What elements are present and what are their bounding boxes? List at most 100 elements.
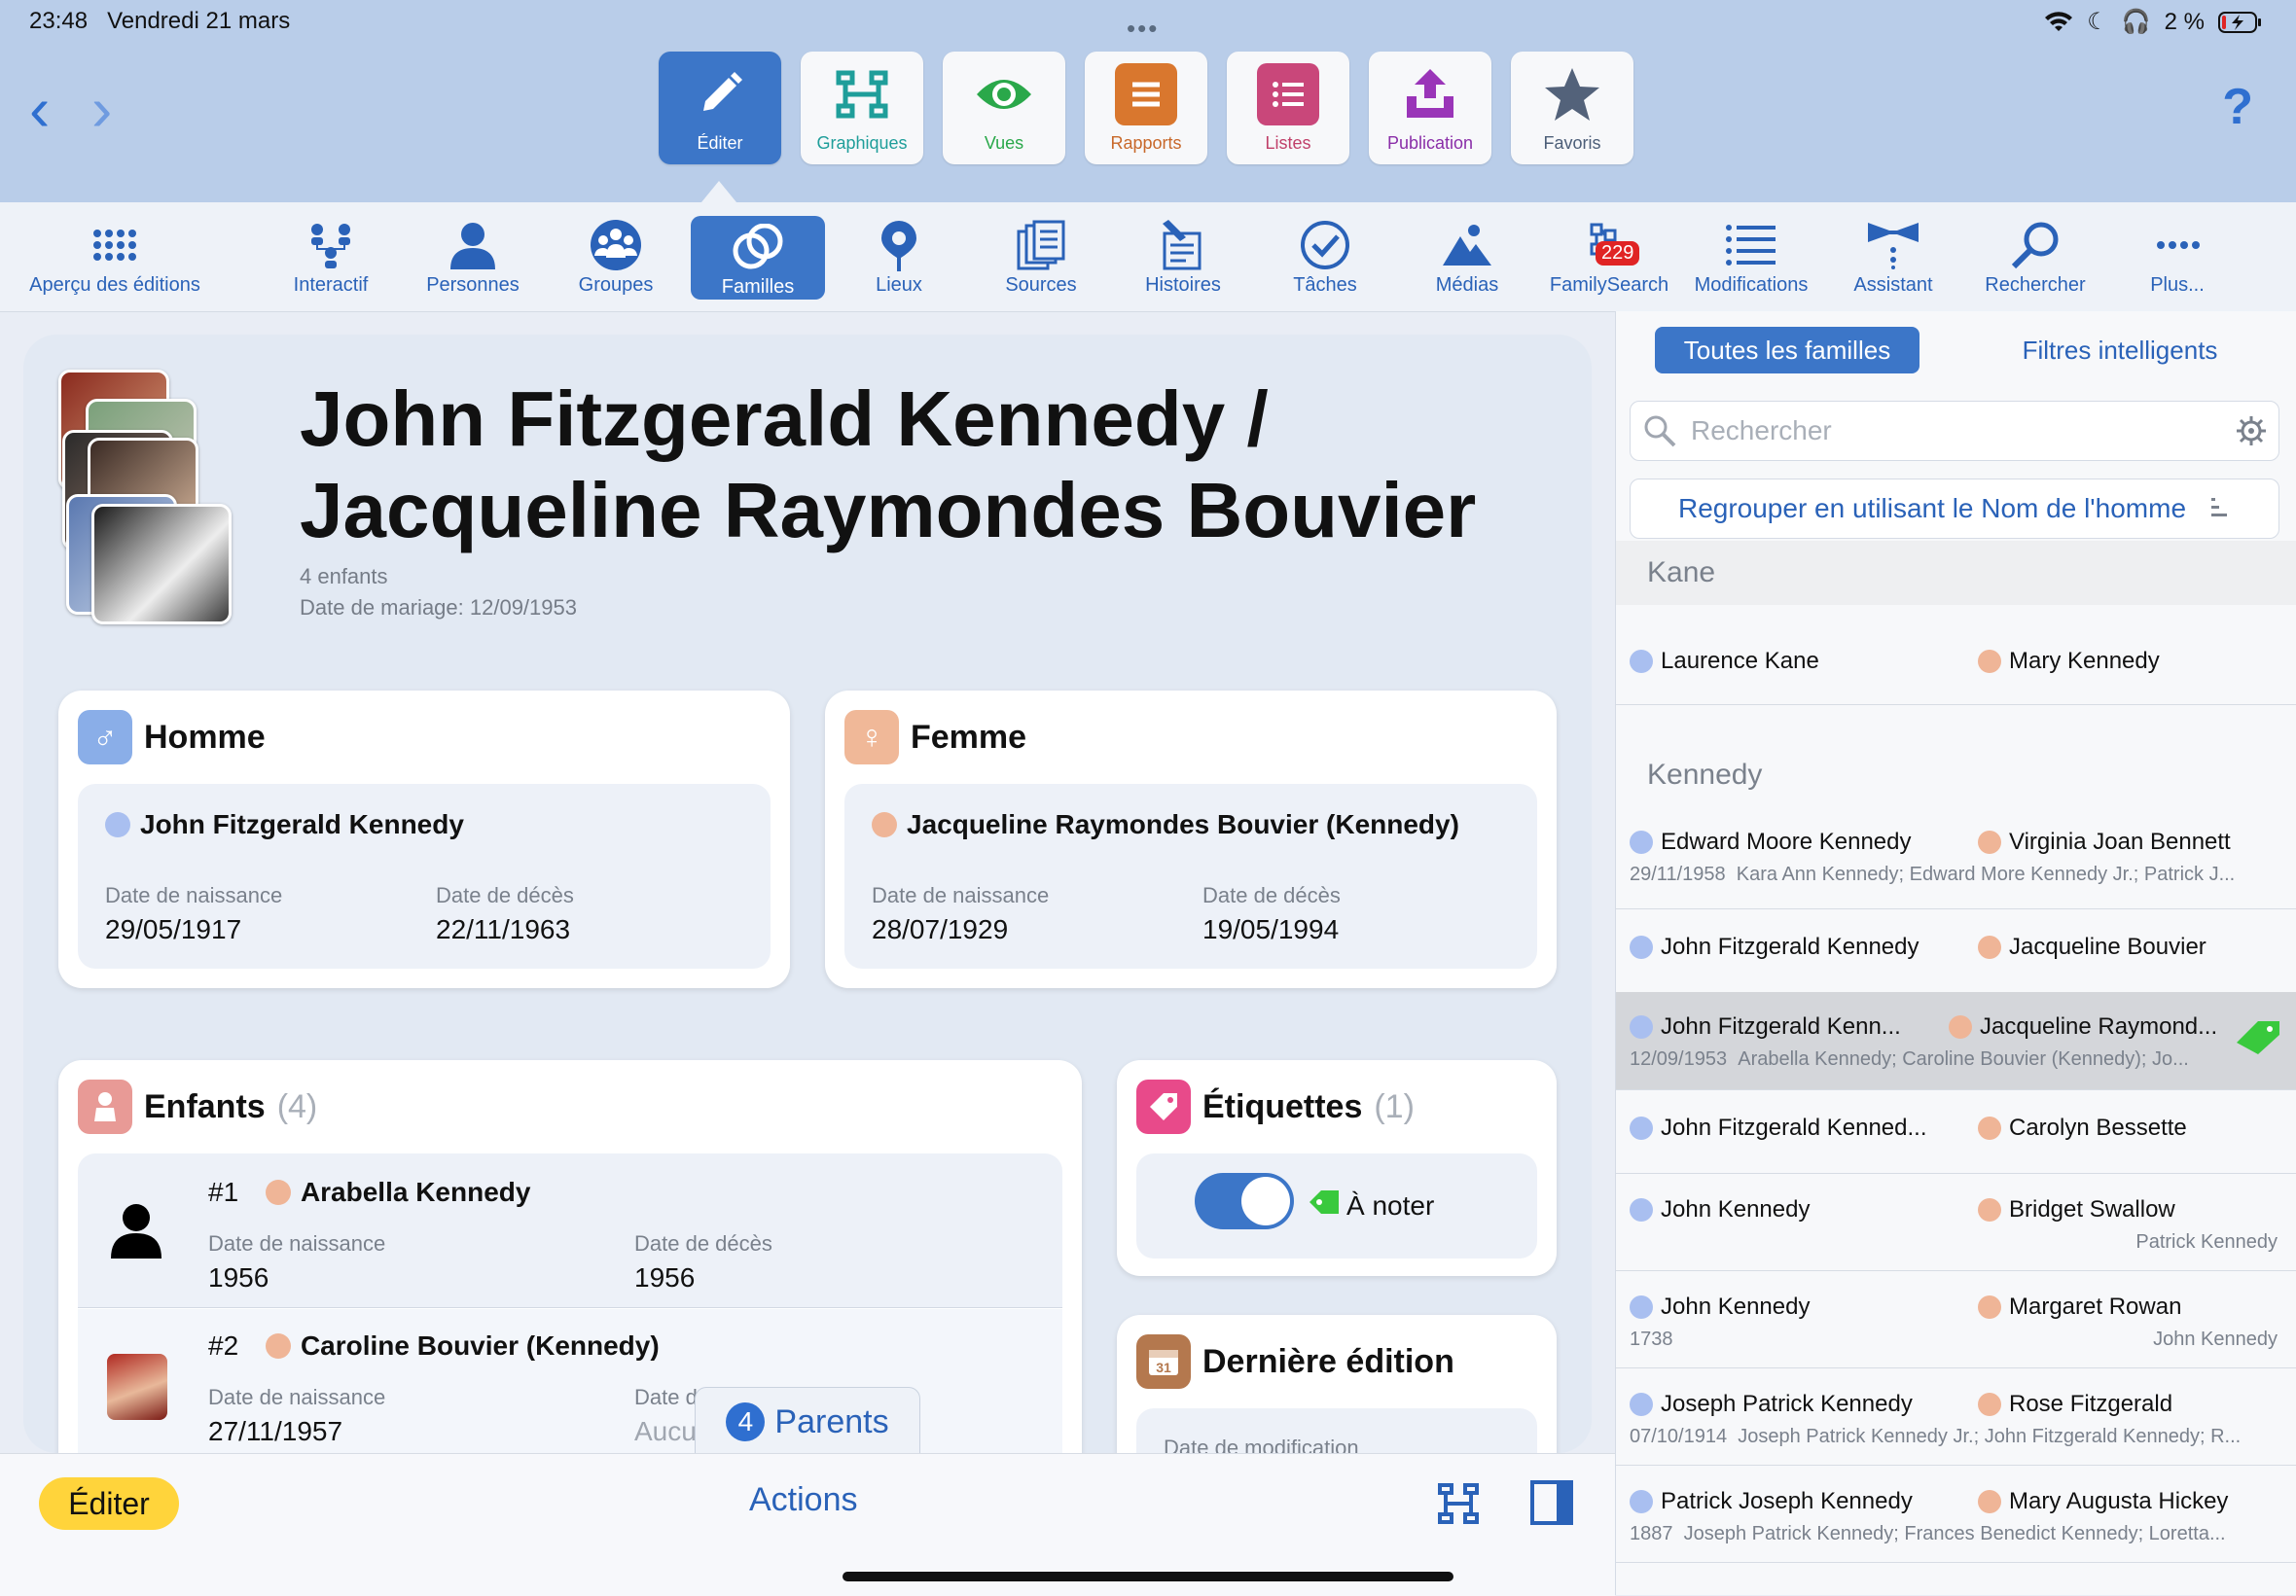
child-birth-value: 27/11/1957 [208,1416,343,1446]
family-list-row-selected[interactable]: John Fitzgerald Kenn... Jacqueline Raymo… [1616,992,2296,1090]
children-card-title: Enfants [144,1087,266,1125]
family-list-row[interactable]: John Kennedy Bridget Swallow Patrick Ken… [1616,1173,2296,1271]
section-changes-label: Modifications [1694,274,1809,296]
family-list-row[interactable]: John Kennedy Margaret Rowan 1738 John Ke… [1616,1270,2296,1368]
row-woman-name: Rose Fitzgerald [2009,1391,2173,1417]
green-tag-icon [1308,1188,1341,1221]
section-sources[interactable]: Sources [987,202,1095,311]
male-dot-icon [1630,1117,1653,1140]
family-detail-panel: John Fitzgerald Kennedy / Jacqueline Ray… [23,335,1592,1453]
mode-views[interactable]: Vues [943,52,1065,164]
man-death: Date de décès 22/11/1963 [436,883,574,945]
family-list-row[interactable]: Joseph Patrick Kennedy Rose Fitzgerald 0… [1616,1367,2296,1466]
tag-toggle[interactable] [1195,1173,1294,1229]
status-time: 23:48 [29,8,89,34]
segment-smart-filters[interactable]: Filtres intelligents [1984,327,2256,373]
family-photo-stack[interactable] [58,370,263,624]
row-woman-name: Jacqueline Bouvier [2009,934,2206,960]
section-more[interactable]: Plus... [2129,202,2226,311]
tag-icon [1136,1080,1191,1134]
help-icon[interactable]: ? [2222,78,2253,136]
family-list-row[interactable]: John Fitzgerald Kenned... Carolyn Besset… [1616,1089,2296,1174]
last-edit-card-header: 31 Dernière édition [1136,1334,1454,1389]
photo-thumbnail [91,504,232,624]
row-woman-name: Carolyn Bessette [2009,1115,2187,1141]
family-list-row[interactable]: John Fitzgerald Kennedy Jacqueline Bouvi… [1616,908,2296,993]
woman-birth-value: 28/07/1929 [872,914,1009,944]
section-assistant[interactable]: Assistant [1843,202,1944,311]
sidebar-toggle-icon[interactable] [1529,1479,1574,1531]
section-overview[interactable]: Aperçu des éditions [19,202,210,311]
woman-person-row[interactable]: Jacqueline Raymondes Bouvier (Kennedy) D… [844,784,1537,969]
section-places[interactable]: Lieux [848,202,950,311]
tree-layout-icon[interactable] [1436,1481,1481,1531]
status-indicators: ☾ 🎧 2 % [2044,8,2263,36]
grid-dots-icon [92,220,137,270]
mode-lists[interactable]: Listes [1227,52,1349,164]
row-man: Joseph Patrick Kennedy [1630,1391,1913,1418]
man-person-row[interactable]: John Fitzgerald Kennedy Date de naissanc… [78,784,771,969]
mode-favorites[interactable]: Favoris [1511,52,1633,164]
mode-charts-label: Graphiques [816,133,908,153]
back-arrow-icon[interactable]: ‹ [29,78,50,140]
group-by-button[interactable]: Regrouper en utilisant le Nom de l'homme [1630,479,2279,539]
segment-all-families[interactable]: Toutes les familles [1655,327,1919,373]
section-search[interactable]: Rechercher [1973,202,2098,311]
multitasking-dots-icon[interactable]: ••• [1127,14,1159,44]
row-date: 29/11/1958 [1630,864,1726,885]
forward-arrow-icon[interactable]: › [91,78,112,140]
families-sidebar: Toutes les familles Filtres intelligents… [1615,311,2296,1595]
family-title: John Fitzgerald Kennedy / Jacqueline Ray… [300,373,1564,556]
section-search-label: Rechercher [1985,274,2086,296]
female-dot-icon [265,1180,291,1205]
child-birth-label: Date de naissance [208,1385,386,1409]
row-woman-name: Mary Kennedy [2009,648,2160,674]
section-familysearch[interactable]: 229 FamilySearch [1545,202,1673,311]
row-man-name: Patrick Joseph Kennedy [1661,1488,1913,1514]
child-death-value: 1956 [634,1262,696,1293]
row-details: 1887 Joseph Patrick Kennedy; Frances Ben… [1630,1523,2226,1545]
row-man: Laurence Kane [1630,648,1819,675]
row-man-name: John Fitzgerald Kenned... [1661,1115,1927,1141]
status-time-date: 23:48 Vendredi 21 mars [29,8,290,35]
child-row[interactable]: #1 Arabella Kennedy Date de naissance 195… [78,1153,1062,1308]
family-list-row[interactable]: Patrick Joseph Kennedy Mary Augusta Hick… [1616,1465,2296,1563]
mode-edit[interactable]: Éditer [659,52,781,164]
woman-birth-label: Date de naissance [872,883,1050,907]
tags-card-header: Étiquettes (1) [1136,1080,1415,1134]
mode-publication[interactable]: Publication [1369,52,1491,164]
actions-button[interactable]: Actions [749,1481,858,1519]
row-woman: Carolyn Bessette [1978,1115,2187,1142]
section-persons[interactable]: Personnes [413,202,533,311]
male-dot-icon [1630,936,1653,959]
section-stories[interactable]: Histoires [1129,202,1238,311]
person-icon [448,220,497,270]
parents-button[interactable]: 4 Parents [695,1387,920,1456]
child-name-text: Arabella Kennedy [300,1177,531,1207]
status-date: Vendredi 21 mars [107,8,291,34]
section-groups[interactable]: Groupes [556,202,675,311]
tags-count: (1) [1374,1087,1415,1125]
row-man-name: John Fitzgerald Kennedy [1661,934,1919,960]
section-interactive[interactable]: Interactif [274,202,387,311]
family-list-row[interactable]: Laurence Kane Mary Kennedy [1616,605,2296,705]
child-birth-value: 1956 [208,1262,269,1293]
bowtie-icon [1866,220,1920,270]
family-list-row[interactable]: Edward Moore Kennedy Virginia Joan Benne… [1616,807,2296,909]
search-field[interactable]: Rechercher [1630,401,2279,461]
section-media[interactable]: Médias [1417,202,1518,311]
female-symbol-icon: ♀ [844,710,899,764]
section-tasks[interactable]: Tâches [1273,202,1378,311]
edit-button[interactable]: Éditer [39,1477,179,1530]
section-families[interactable]: Familles [691,216,825,300]
section-changes[interactable]: Modifications [1687,202,1815,311]
mode-reports[interactable]: Rapports [1085,52,1207,164]
man-death-label: Date de décès [436,883,574,907]
documents-icon [1015,220,1067,270]
mode-charts[interactable]: Graphiques [801,52,923,164]
row-man: John Kennedy [1630,1294,1810,1321]
gear-icon[interactable] [2236,415,2267,446]
man-card-title: Homme [144,718,266,756]
chart-icon [831,63,893,125]
section-tasks-label: Tâches [1293,274,1357,296]
